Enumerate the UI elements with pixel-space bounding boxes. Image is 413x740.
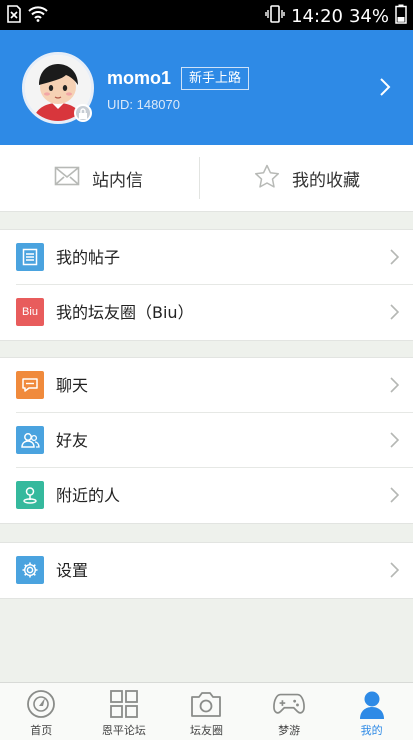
camera-icon: [190, 688, 222, 720]
gamepad-icon: [273, 688, 305, 720]
menu-item-friends[interactable]: 好友: [0, 413, 413, 468]
wifi-icon: [28, 6, 48, 26]
home-compass-icon: [25, 688, 57, 720]
chevron-right-icon: [389, 562, 400, 578]
menu-item-chat[interactable]: 聊天: [0, 358, 413, 413]
user-id: UID: 148070: [107, 97, 180, 112]
favorites-button[interactable]: 我的收藏: [254, 145, 360, 212]
menu-group-posts: 我的帖子 Biu 我的坛友圈（Biu）: [0, 229, 413, 341]
profile-header[interactable]: momo1 新手上路 UID: 148070: [0, 30, 413, 145]
gear-icon: [16, 556, 44, 584]
menu-label: 设置: [56, 561, 89, 580]
battery-icon: [395, 4, 407, 29]
menu-label: 聊天: [56, 376, 89, 395]
friends-icon: [16, 426, 44, 454]
chevron-right-icon: [389, 304, 400, 320]
lock-icon: [74, 104, 92, 122]
post-list-icon: [16, 243, 44, 271]
vibrate-icon: [265, 5, 285, 28]
menu-label: 我的坛友圈（Biu）: [56, 303, 194, 322]
bottom-nav: 首页 恩平论坛 坛友圈 梦游 我的: [0, 682, 413, 740]
inbox-label: 站内信: [92, 171, 143, 191]
envelope-icon: [54, 165, 80, 192]
chevron-right-icon: [389, 432, 400, 448]
divider: [199, 157, 200, 199]
menu-group-settings: 设置: [0, 542, 413, 599]
chevron-right-icon: [389, 377, 400, 393]
tab-home[interactable]: 首页: [0, 683, 83, 740]
tab-label: 首页: [30, 724, 53, 737]
inbox-button[interactable]: 站内信: [54, 145, 143, 212]
status-bar: 14:20 34%: [0, 0, 413, 30]
chat-icon: [16, 371, 44, 399]
grid-icon: [108, 688, 140, 720]
clock-time: 14:20: [291, 6, 343, 27]
menu-item-my-posts[interactable]: 我的帖子: [0, 230, 413, 285]
battery-percent: 34%: [348, 6, 389, 27]
tab-label: 恩平论坛: [101, 724, 146, 737]
quick-actions: 站内信 我的收藏: [0, 145, 413, 212]
tab-label: 我的: [360, 724, 383, 737]
menu-item-settings[interactable]: 设置: [0, 543, 413, 598]
menu-item-nearby[interactable]: 附近的人: [0, 468, 413, 523]
biu-icon: Biu: [16, 298, 44, 326]
menu-label: 我的帖子: [56, 248, 121, 267]
star-icon: [254, 164, 280, 193]
location-pin-icon: [16, 481, 44, 509]
username: momo1: [107, 68, 172, 88]
tab-label: 坛友圈: [189, 724, 223, 737]
menu-group-social: 聊天 好友 附近的人: [0, 357, 413, 524]
chevron-right-icon: [389, 249, 400, 265]
tab-forum[interactable]: 恩平论坛: [83, 683, 166, 740]
tab-games[interactable]: 梦游: [248, 683, 331, 740]
level-badge: 新手上路: [181, 67, 250, 90]
sim-missing-icon: [6, 5, 22, 27]
tab-mine[interactable]: 我的: [330, 683, 413, 740]
tab-label: 梦游: [278, 724, 301, 737]
menu-item-my-biu[interactable]: Biu 我的坛友圈（Biu）: [0, 285, 413, 340]
tab-circle[interactable]: 坛友圈: [165, 683, 248, 740]
user-icon: [356, 688, 388, 720]
chevron-right-icon: [389, 487, 400, 503]
menu-label: 附近的人: [56, 486, 121, 505]
favorites-label: 我的收藏: [292, 171, 360, 191]
menu-label: 好友: [56, 431, 89, 450]
chevron-right-icon[interactable]: [376, 77, 394, 97]
